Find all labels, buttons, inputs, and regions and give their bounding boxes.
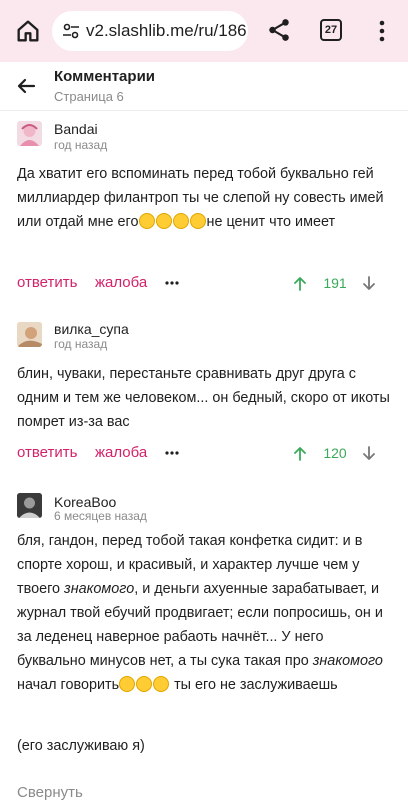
address-bar[interactable]: v2.slashlib.me/ru/186 (52, 11, 248, 51)
site-settings-icon[interactable] (62, 22, 80, 40)
comment-text: Да хватит его вспоминать перед тобой бук… (17, 166, 384, 230)
eye-roll-emoji-icon (138, 213, 155, 229)
comment-time: 6 месяцев назад (54, 509, 147, 523)
downvote-arrow-icon[interactable] (362, 276, 376, 291)
header-divider (0, 110, 408, 111)
comments-header: Комментарии Страница 6 (0, 62, 408, 110)
comment-author[interactable]: Bandai (54, 121, 98, 137)
share-icon[interactable] (266, 17, 292, 43)
reply-button[interactable]: ответить (17, 274, 77, 291)
report-button[interactable]: жалоба (95, 274, 147, 291)
reply-button[interactable]: ответить (17, 444, 77, 461)
vote-score: 120 (323, 445, 347, 461)
comment-actions: ответить жалоба 191 (0, 272, 408, 296)
eye-roll-emoji-icon (189, 213, 206, 229)
more-horizontal-icon[interactable] (165, 450, 179, 456)
url-text[interactable]: v2.slashlib.me/ru/186 (86, 21, 247, 41)
browser-toolbar: v2.slashlib.me/ru/186 27 (0, 0, 408, 62)
avatar[interactable] (17, 493, 42, 518)
page-subtitle: Страница 6 (54, 89, 124, 104)
comment-time: год назад (54, 337, 108, 351)
comment-text: бля, гандон, перед тобой такая конфетка … (17, 533, 383, 693)
vote-score: 191 (323, 275, 347, 291)
more-horizontal-icon[interactable] (165, 280, 179, 286)
comment-text-paragraph: (его заслуживаю я) (17, 738, 145, 754)
downvote-arrow-icon[interactable] (362, 446, 376, 461)
comment-author[interactable]: вилка_супа (54, 321, 129, 337)
eye-roll-emoji-icon (172, 213, 189, 229)
avatar[interactable] (17, 121, 42, 146)
more-vertical-icon[interactable] (372, 19, 392, 43)
upvote-arrow-icon[interactable] (293, 446, 307, 461)
comment-author[interactable]: KoreaBoo (54, 494, 116, 510)
avatar[interactable] (17, 322, 42, 347)
comment-text: блин, чуваки, перестаньте сравнивать дру… (17, 366, 390, 430)
comment-time: год назад (54, 138, 108, 152)
tab-switcher-button[interactable]: 27 (320, 19, 342, 41)
crying-emoji-icon (119, 676, 136, 692)
upvote-arrow-icon[interactable] (293, 276, 307, 291)
report-button[interactable]: жалоба (95, 444, 147, 461)
page-title: Комментарии (54, 68, 156, 85)
home-icon[interactable] (14, 17, 42, 45)
back-arrow-icon[interactable] (14, 74, 38, 98)
collapse-button[interactable]: Свернуть (17, 784, 83, 800)
eye-roll-emoji-icon (155, 213, 172, 229)
comment-actions: ответить жалоба 120 (0, 442, 408, 466)
crying-emoji-icon (136, 676, 153, 692)
crying-emoji-icon (153, 676, 170, 692)
